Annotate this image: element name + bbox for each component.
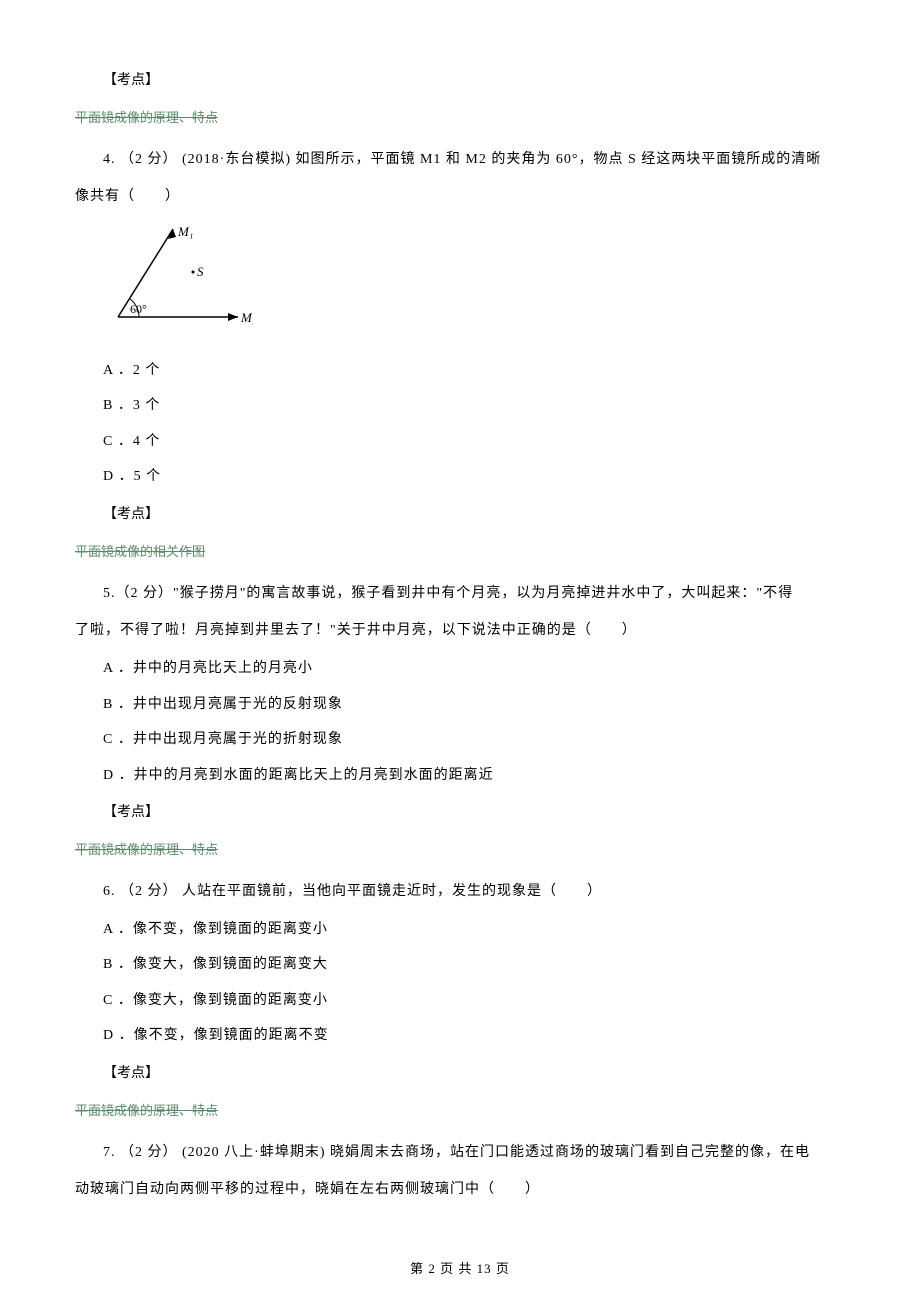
kaodian-label-3: 【考点】 xyxy=(75,796,845,830)
q4-text2: 像共有（ ） xyxy=(75,180,845,214)
kaodian-label-1: 【考点】 xyxy=(75,64,845,98)
topic-link-principle-1: 平面镜成像的原理、特点 xyxy=(75,102,845,133)
topic-link-principle-2: 平面镜成像的原理、特点 xyxy=(75,834,845,865)
q4-text: 4. （2 分） (2018·东台模拟) 如图所示，平面镜 M1 和 M2 的夹… xyxy=(75,143,845,177)
topic-link-principle-3: 平面镜成像的原理、特点 xyxy=(75,1095,845,1126)
q5-option-d: D ．井中的月亮到水面的距离比天上的月亮到水面的距离近 xyxy=(75,759,845,793)
m2-label: M₂ xyxy=(240,310,253,325)
point-s-label: S xyxy=(197,264,204,279)
mirror-diagram-svg: M₁ M₂ 60° S xyxy=(103,222,253,332)
q7-text: 7. （2 分） (2020 八上·蚌埠期末) 晓娟周末去商场，站在门口能透过商… xyxy=(75,1136,845,1170)
q4-option-c: C ．4 个 xyxy=(75,425,845,459)
q6-text: 6. （2 分） 人站在平面镜前，当他向平面镜走近时，发生的现象是（ ） xyxy=(75,875,845,909)
q6-option-d: D ．像不变，像到镜面的距离不变 xyxy=(75,1019,845,1053)
q5-option-c: C ．井中出现月亮属于光的折射现象 xyxy=(75,723,845,757)
q4-diagram: M₁ M₂ 60° S xyxy=(103,222,845,346)
angle-label: 60° xyxy=(130,302,147,316)
m1-label: M₁ xyxy=(177,224,193,239)
kaodian-label-2: 【考点】 xyxy=(75,498,845,532)
page-footer: 第 2 页 共 13 页 xyxy=(0,1253,920,1284)
mirror-m2-arrow xyxy=(228,313,238,321)
q6-option-c: C ．像变大，像到镜面的距离变小 xyxy=(75,984,845,1018)
q4-option-d: D ．5 个 xyxy=(75,460,845,494)
topic-link-drawing: 平面镜成像的相关作图 xyxy=(75,536,845,567)
q5-text: 5.（2 分）"猴子捞月"的寓言故事说，猴子看到井中有个月亮，以为月亮掉进井水中… xyxy=(75,577,845,611)
q4-option-a: A ．2 个 xyxy=(75,354,845,388)
q6-option-a: A ．像不变，像到镜面的距离变小 xyxy=(75,913,845,947)
q6-option-b: B ．像变大，像到镜面的距离变大 xyxy=(75,948,845,982)
kaodian-label-4: 【考点】 xyxy=(75,1057,845,1091)
q7-text2: 动玻璃门自动向两侧平移的过程中，晓娟在左右两侧玻璃门中（ ） xyxy=(75,1173,845,1207)
q5-text2: 了啦，不得了啦！月亮掉到井里去了！"关于井中月亮，以下说法中正确的是（ ） xyxy=(75,614,845,648)
point-s-dot xyxy=(192,270,195,273)
q4-option-b: B ．3 个 xyxy=(75,389,845,423)
q5-option-b: B ．井中出现月亮属于光的反射现象 xyxy=(75,688,845,722)
q5-option-a: A ．井中的月亮比天上的月亮小 xyxy=(75,652,845,686)
